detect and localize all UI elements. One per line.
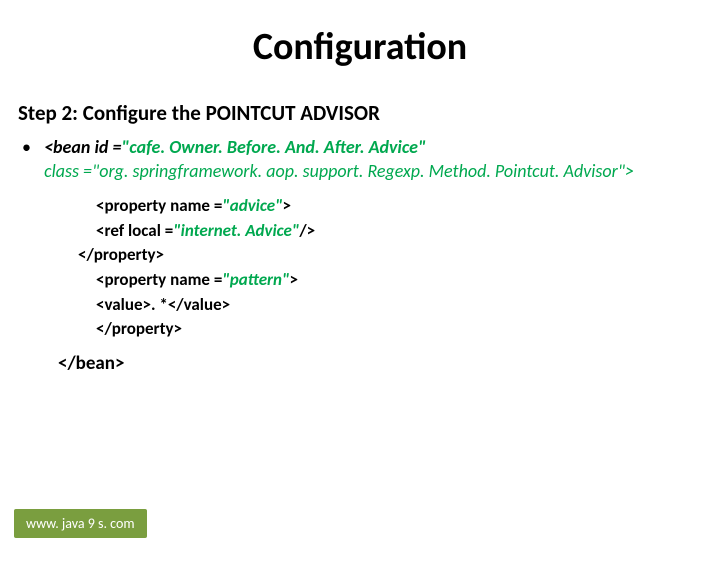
property-advice-close: </property> xyxy=(78,243,720,268)
prop2-prefix: <property name = xyxy=(96,269,222,290)
bean-class-line: class ="org. springframework. aop. suppo… xyxy=(44,160,704,182)
bean-id-value: "cafe. Owner. Before. And. After. Advice… xyxy=(121,136,425,158)
prop1-suffix: > xyxy=(283,195,291,216)
property-block: <property name ="advice"> <ref local ="i… xyxy=(78,194,720,342)
value-line: <value>. *</value> xyxy=(96,293,720,318)
footer-badge: www. java 9 s. com xyxy=(14,509,147,538)
bean-open-line: <bean id ="cafe. Owner. Before. And. Aft… xyxy=(44,136,704,158)
ref-prefix: <ref local = xyxy=(96,220,173,241)
prop1-value: "advice" xyxy=(222,195,282,216)
ref-value: "internet. Advice" xyxy=(173,220,299,241)
property-advice-open: <property name ="advice"> xyxy=(96,194,720,219)
bullet-content: <bean id ="cafe. Owner. Before. And. Aft… xyxy=(44,136,704,182)
bullet-row: • <bean id ="cafe. Owner. Before. And. A… xyxy=(22,136,720,182)
prop2-suffix: > xyxy=(289,269,297,290)
prop2-value: "pattern" xyxy=(222,269,289,290)
ref-line: <ref local ="internet. Advice"/> xyxy=(96,219,720,244)
property-pattern-close: </property> xyxy=(96,317,720,342)
property-pattern-open: <property name ="pattern"> xyxy=(96,268,720,293)
bullet-icon: • xyxy=(22,136,40,158)
page-title: Configuration xyxy=(0,24,720,70)
bean-close-line: </bean> xyxy=(58,352,720,375)
ref-suffix: /> xyxy=(299,220,315,241)
prop1-prefix: <property name = xyxy=(96,195,222,216)
bean-open-prefix: <bean id = xyxy=(44,136,121,158)
step-heading: Step 2: Configure the POINTCUT ADVISOR xyxy=(18,100,720,126)
